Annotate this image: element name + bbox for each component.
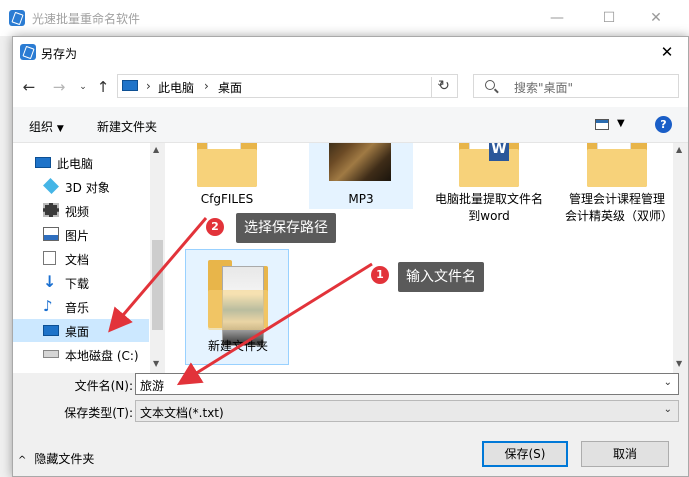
annotation-number-badge: 1 xyxy=(371,266,389,284)
arrow-to-desktop xyxy=(108,217,208,333)
annotation-number-badge: 2 xyxy=(206,218,224,236)
annotation-callout-filename: 输入文件名 xyxy=(398,262,484,292)
arrow-to-filename xyxy=(176,262,373,386)
annotation-arrows xyxy=(108,217,373,386)
annotation-callout-save-path: 选择保存路径 xyxy=(236,213,336,243)
